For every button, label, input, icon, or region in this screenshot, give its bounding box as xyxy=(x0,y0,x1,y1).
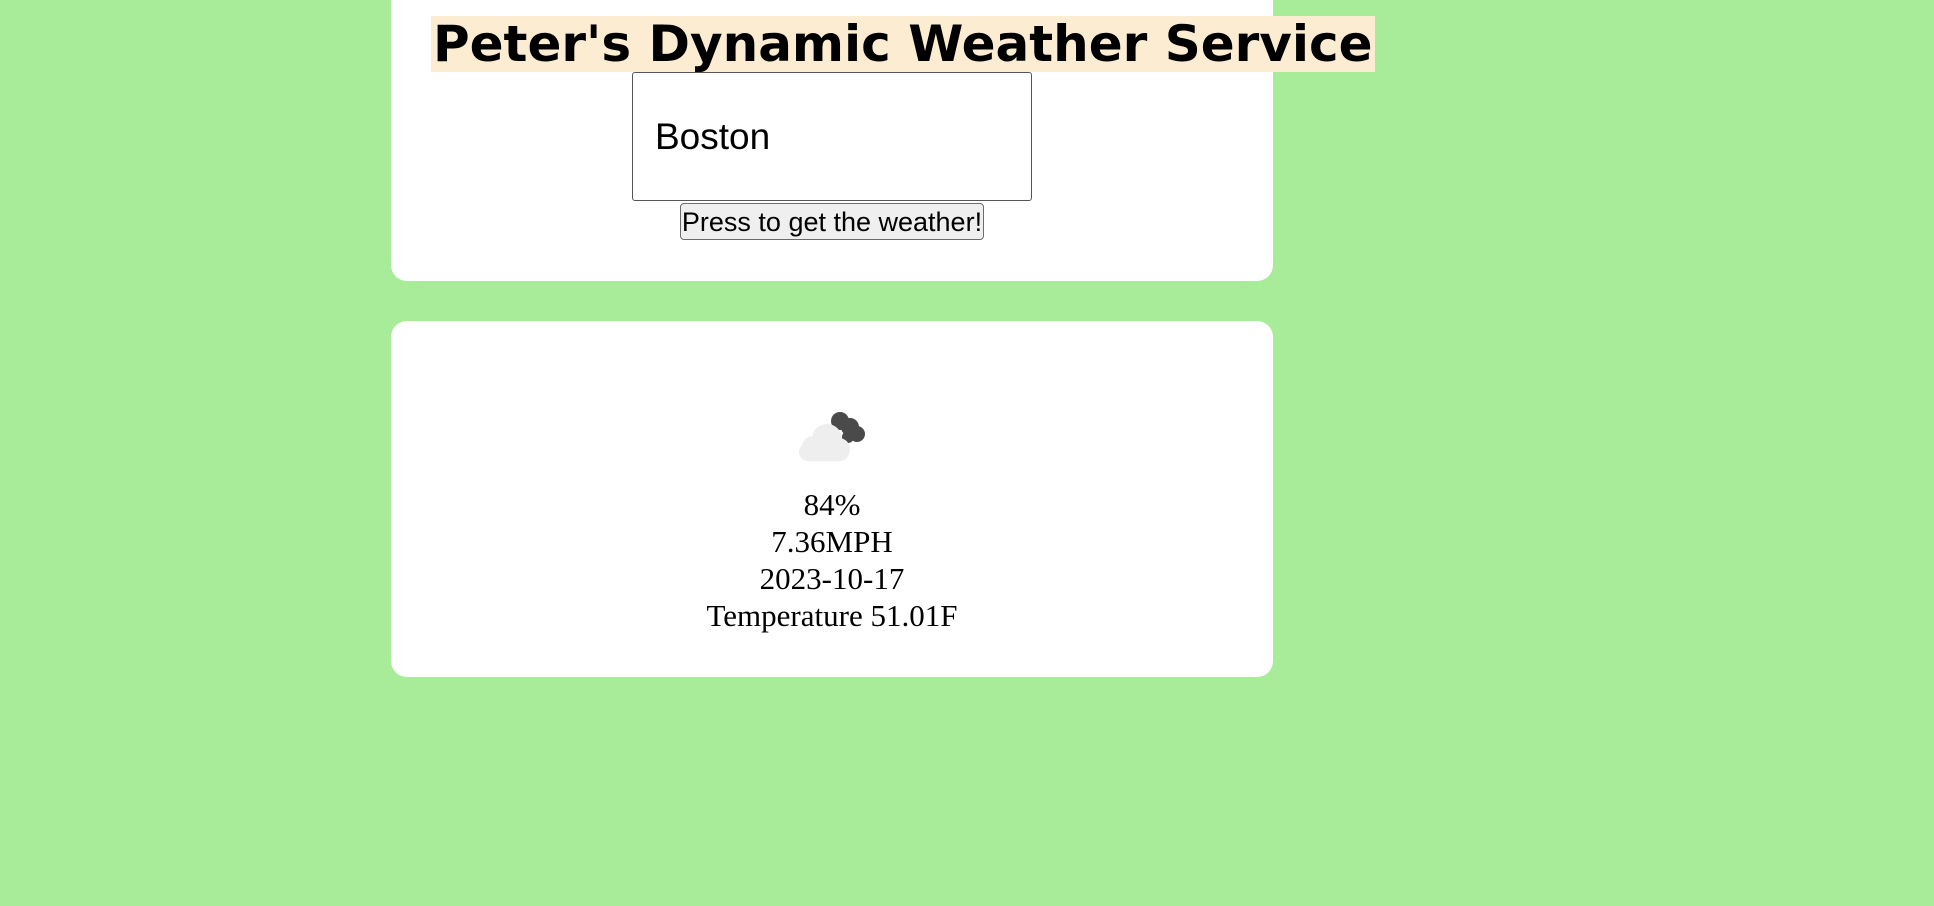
humidity-value: 84% xyxy=(803,487,861,522)
weather-stats: 84% 7.36MPH 2023-10-17 Temperature 51.01… xyxy=(391,486,1273,634)
weather-result-card: 84% 7.36MPH 2023-10-17 Temperature 51.01… xyxy=(391,321,1273,677)
cloudy-sun-icon xyxy=(799,412,865,461)
get-weather-button[interactable]: Press to get the weather! xyxy=(680,203,984,240)
page-title: Peter's Dynamic Weather Service xyxy=(431,15,1375,73)
wind-speed-value: 7.36MPH xyxy=(771,524,893,559)
city-input[interactable] xyxy=(632,72,1032,201)
temperature-value: Temperature 51.01F xyxy=(706,598,958,633)
search-card: Peter's Dynamic Weather Service Press to… xyxy=(391,0,1375,281)
date-value: 2023-10-17 xyxy=(759,561,905,596)
